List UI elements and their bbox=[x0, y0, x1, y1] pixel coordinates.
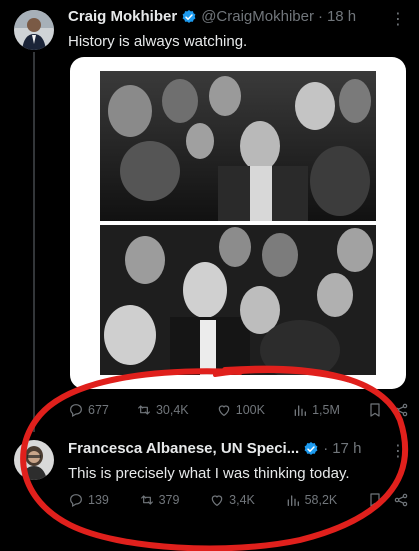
share-icon[interactable] bbox=[393, 492, 409, 508]
views-icon bbox=[287, 495, 299, 506]
secondary-actions bbox=[367, 492, 409, 508]
timestamp[interactable]: 18 h bbox=[327, 8, 356, 25]
tweet-header: Francesca Albanese, UN Speci... · 17 h bbox=[68, 440, 361, 457]
tweet-actions: 677 30,4K 100K 1,5M bbox=[68, 402, 409, 418]
avatar-image bbox=[14, 440, 54, 480]
modern-photo[interactable] bbox=[100, 225, 376, 375]
heart-icon bbox=[211, 495, 223, 507]
repost-button[interactable]: 30,4K bbox=[136, 402, 189, 418]
tweet-text: History is always watching. bbox=[68, 33, 248, 50]
avatar[interactable] bbox=[14, 440, 54, 480]
secondary-actions bbox=[367, 402, 409, 418]
reply-count: 139 bbox=[88, 493, 109, 507]
views-count: 58,2K bbox=[304, 493, 338, 507]
views-button[interactable]: 1,5M bbox=[292, 402, 340, 418]
reply-icon bbox=[70, 404, 82, 418]
verified-badge-icon bbox=[182, 9, 196, 23]
reply-button[interactable]: 139 bbox=[68, 492, 109, 508]
repost-icon bbox=[138, 405, 150, 415]
tweet-media[interactable] bbox=[70, 57, 406, 389]
avatar[interactable] bbox=[14, 10, 54, 50]
reply-icon bbox=[70, 494, 82, 508]
more-options-icon[interactable]: ⋮ bbox=[390, 9, 407, 29]
share-icon[interactable] bbox=[393, 402, 409, 418]
bookmark-icon[interactable] bbox=[367, 492, 383, 508]
verified-badge-icon bbox=[304, 441, 318, 455]
views-count: 1,5M bbox=[312, 403, 340, 417]
like-count: 100K bbox=[235, 403, 265, 417]
like-button[interactable]: 3,4K bbox=[209, 492, 255, 508]
repost-count: 30,4K bbox=[155, 403, 189, 417]
separator-dot: · bbox=[323, 440, 329, 457]
reply-count: 677 bbox=[88, 403, 109, 417]
author-name[interactable]: Craig Mokhiber bbox=[68, 8, 177, 25]
tweet-actions: 139 379 3,4K 58,2K bbox=[68, 492, 409, 508]
tweet-craig-mokhiber[interactable]: Craig Mokhiber @CraigMokhiber · 18 h ⋮ H… bbox=[0, 0, 419, 430]
historical-photo-image bbox=[100, 71, 376, 221]
views-button[interactable]: 58,2K bbox=[285, 492, 338, 508]
historical-photo[interactable] bbox=[100, 71, 376, 221]
modern-photo-image bbox=[100, 225, 376, 375]
like-button[interactable]: 100K bbox=[216, 402, 265, 418]
views-icon bbox=[294, 405, 307, 416]
author-name[interactable]: Francesca Albanese, UN Speci... bbox=[68, 440, 299, 457]
repost-button[interactable]: 379 bbox=[139, 492, 180, 508]
tweet-text: This is precisely what I was thinking to… bbox=[68, 465, 350, 482]
tweet-francesca-albanese[interactable]: Francesca Albanese, UN Speci... · 17 h ⋮… bbox=[0, 430, 419, 551]
reply-button[interactable]: 677 bbox=[68, 402, 109, 418]
heart-icon bbox=[218, 405, 230, 417]
like-count: 3,4K bbox=[229, 493, 255, 507]
separator-dot: · bbox=[317, 8, 323, 25]
more-options-icon[interactable]: ⋮ bbox=[390, 441, 407, 461]
repost-icon bbox=[140, 495, 153, 505]
bookmark-icon[interactable] bbox=[367, 402, 383, 418]
timestamp[interactable]: 17 h bbox=[332, 440, 361, 457]
tweet-header: Craig Mokhiber @CraigMokhiber · 18 h bbox=[68, 8, 356, 25]
author-handle[interactable]: @CraigMokhiber bbox=[201, 8, 314, 25]
repost-count: 379 bbox=[158, 493, 180, 507]
avatar-image bbox=[14, 10, 54, 50]
